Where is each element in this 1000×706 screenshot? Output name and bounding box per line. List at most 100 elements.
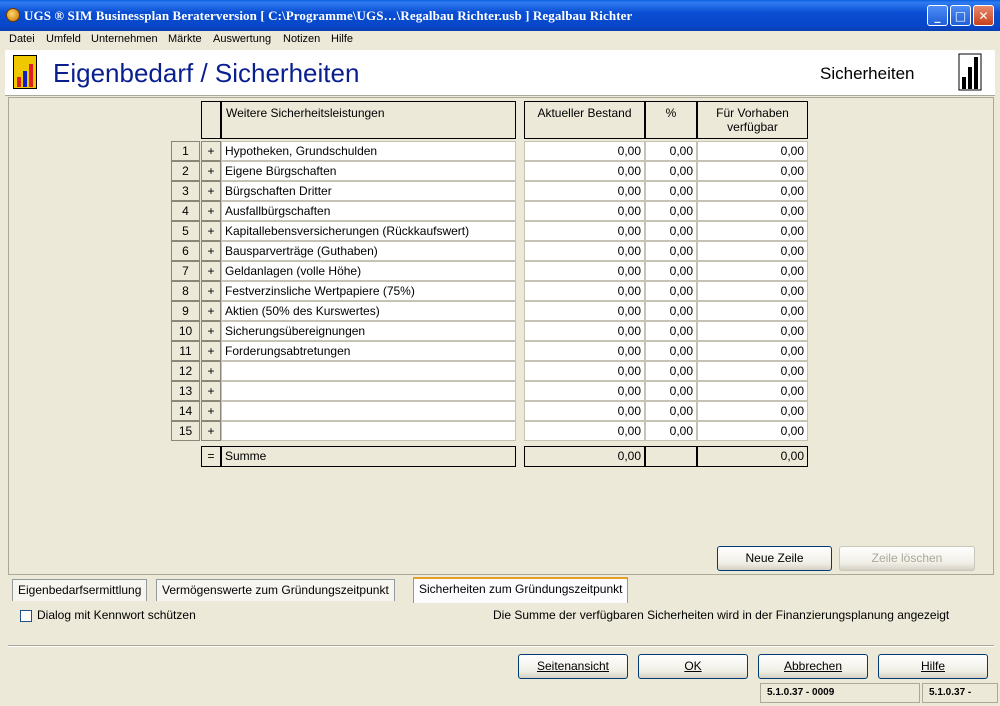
row-label-input[interactable]: Aktien (50% des Kurswertes) — [221, 301, 516, 321]
row-available-value[interactable]: 0,00 — [697, 221, 808, 241]
tab-sicherheiten[interactable]: Sicherheiten zum Gründungszeitpunkt — [413, 577, 629, 603]
menu-unternehmen[interactable]: Unternehmen — [91, 33, 158, 45]
row-current-input[interactable]: 0,00 — [524, 281, 645, 301]
row-label-input[interactable]: Kapitallebensversicherungen (Rückkaufswe… — [221, 221, 516, 241]
section-label: Sicherheiten — [820, 64, 915, 83]
bar-chart-icon — [13, 55, 37, 89]
row-label-input[interactable]: Hypotheken, Grundschulden — [221, 141, 516, 161]
page-view-button[interactable]: Seitenansicht — [518, 654, 628, 679]
row-percent-input[interactable]: 0,00 — [645, 141, 697, 161]
row-percent-input[interactable]: 0,00 — [645, 341, 697, 361]
row-available-value[interactable]: 0,00 — [697, 281, 808, 301]
tab-vermoegenswerte[interactable]: Vermögenswerte zum Gründungszeitpunkt — [156, 579, 395, 601]
row-percent-input[interactable]: 0,00 — [645, 381, 697, 401]
row-percent-input[interactable]: 0,00 — [645, 161, 697, 181]
ok-button[interactable]: OK — [638, 654, 748, 679]
row-available-value[interactable]: 0,00 — [697, 341, 808, 361]
row-current-input[interactable]: 0,00 — [524, 361, 645, 381]
row-available-value[interactable]: 0,00 — [697, 301, 808, 321]
maximize-button[interactable]: □ — [950, 5, 971, 26]
row-percent-input[interactable]: 0,00 — [645, 181, 697, 201]
row-current-input[interactable]: 0,00 — [524, 401, 645, 421]
row-percent-input[interactable]: 0,00 — [645, 201, 697, 221]
row-current-input[interactable]: 0,00 — [524, 341, 645, 361]
op-column-header — [201, 101, 221, 139]
row-label-input[interactable] — [221, 401, 516, 421]
row-available-value[interactable]: 0,00 — [697, 261, 808, 281]
app-icon — [6, 8, 20, 22]
row-available-value[interactable]: 0,00 — [697, 321, 808, 341]
menu-auswertung[interactable]: Auswertung — [213, 33, 271, 45]
row-current-input[interactable]: 0,00 — [524, 261, 645, 281]
password-checkbox[interactable] — [20, 610, 32, 622]
row-available-value[interactable]: 0,00 — [697, 201, 808, 221]
row-label-input[interactable] — [221, 421, 516, 441]
row-label-input[interactable]: Festverzinsliche Wertpapiere (75%) — [221, 281, 516, 301]
menu-bar: Datei Umfeld Unternehmen Märkte Auswertu… — [0, 31, 1000, 49]
row-percent-input[interactable]: 0,00 — [645, 301, 697, 321]
row-percent-input[interactable]: 0,00 — [645, 361, 697, 381]
row-available-value[interactable]: 0,00 — [697, 181, 808, 201]
tab-eigenbedarfsermittlung[interactable]: Eigenbedarfsermittlung — [12, 579, 148, 601]
row-percent-input[interactable]: 0,00 — [645, 221, 697, 241]
row-available-value[interactable]: 0,00 — [697, 381, 808, 401]
row-percent-input[interactable]: 0,00 — [645, 321, 697, 341]
status-version: 5.1.0.37 - 0009 — [760, 683, 920, 703]
row-percent-input[interactable]: 0,00 — [645, 421, 697, 441]
delete-row-button[interactable]: Zeile löschen — [839, 546, 975, 571]
title-bar[interactable]: UGS ® SIM Businessplan Beraterversion [ … — [0, 0, 1000, 31]
menu-maerkte[interactable]: Märkte — [168, 33, 202, 45]
sum-current: 0,00 — [524, 446, 645, 467]
help-button[interactable]: Hilfe — [878, 654, 988, 679]
row-current-input[interactable]: 0,00 — [524, 161, 645, 181]
row-index: 9 — [171, 301, 200, 321]
row-percent-input[interactable]: 0,00 — [645, 281, 697, 301]
row-available-value[interactable]: 0,00 — [697, 361, 808, 381]
row-current-input[interactable]: 0,00 — [524, 141, 645, 161]
row-current-input[interactable]: 0,00 — [524, 221, 645, 241]
row-available-value[interactable]: 0,00 — [697, 421, 808, 441]
row-index: 5 — [171, 221, 200, 241]
menu-umfeld[interactable]: Umfeld — [46, 33, 81, 45]
minimize-button[interactable]: _ — [927, 5, 948, 26]
row-label-input[interactable]: Eigene Bürgschaften — [221, 161, 516, 181]
row-label-input[interactable]: Bausparverträge (Guthaben) — [221, 241, 516, 261]
row-label-input[interactable]: Geldanlagen (volle Höhe) — [221, 261, 516, 281]
row-available-value[interactable]: 0,00 — [697, 241, 808, 261]
menu-datei[interactable]: Datei — [9, 33, 35, 45]
row-percent-input[interactable]: 0,00 — [645, 401, 697, 421]
cancel-button[interactable]: Abbrechen — [758, 654, 868, 679]
window-title: UGS ® SIM Businessplan Beraterversion [ … — [24, 8, 633, 23]
row-index: 2 — [171, 161, 200, 181]
row-op: + — [201, 301, 221, 321]
new-row-button[interactable]: Neue Zeile — [717, 546, 832, 571]
row-current-input[interactable]: 0,00 — [524, 421, 645, 441]
row-index: 13 — [171, 381, 200, 401]
row-label-input[interactable]: Sicherungsübereignungen — [221, 321, 516, 341]
row-label-input[interactable]: Ausfallbürgschaften — [221, 201, 516, 221]
row-current-input[interactable]: 0,00 — [524, 381, 645, 401]
row-label-input[interactable]: Bürgschaften Dritter — [221, 181, 516, 201]
row-available-value[interactable]: 0,00 — [697, 401, 808, 421]
row-available-value[interactable]: 0,00 — [697, 161, 808, 181]
menu-notizen[interactable]: Notizen — [283, 33, 320, 45]
row-label-input[interactable] — [221, 381, 516, 401]
row-percent-input[interactable]: 0,00 — [645, 241, 697, 261]
row-available-value[interactable]: 0,00 — [697, 141, 808, 161]
close-button[interactable]: ✕ — [973, 5, 994, 26]
page-title: Eigenbedarf / Sicherheiten — [53, 58, 360, 88]
row-percent-input[interactable]: 0,00 — [645, 261, 697, 281]
info-text: Die Summe der verfügbaren Sicherheiten w… — [493, 608, 950, 622]
row-label-input[interactable] — [221, 361, 516, 381]
row-index: 7 — [171, 261, 200, 281]
row-current-input[interactable]: 0,00 — [524, 241, 645, 261]
row-current-input[interactable]: 0,00 — [524, 201, 645, 221]
row-current-input[interactable]: 0,00 — [524, 321, 645, 341]
menu-hilfe[interactable]: Hilfe — [331, 33, 353, 45]
row-op: + — [201, 381, 221, 401]
row-index: 8 — [171, 281, 200, 301]
row-current-input[interactable]: 0,00 — [524, 301, 645, 321]
row-label-input[interactable]: Forderungsabtretungen — [221, 341, 516, 361]
row-current-input[interactable]: 0,00 — [524, 181, 645, 201]
current-column-header: Aktueller Bestand — [524, 101, 645, 139]
